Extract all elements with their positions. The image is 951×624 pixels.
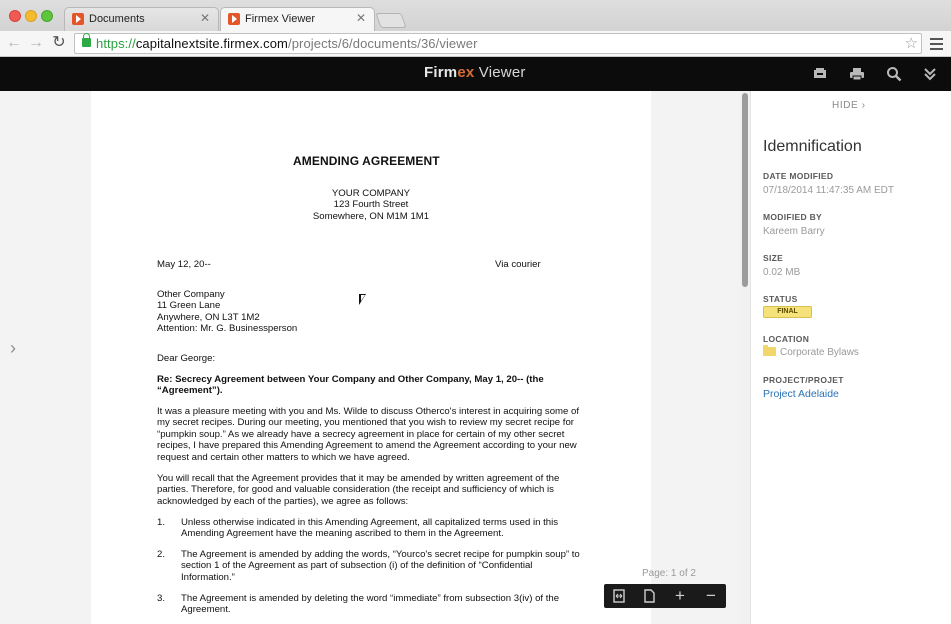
doc-item-text: Unless otherwise indicated in this Amend… [181,517,559,540]
close-icon[interactable]: ✕ [200,11,210,25]
date-modified-label: DATE MODIFIED [763,171,834,181]
search-icon[interactable] [886,66,902,82]
tab-label: Documents [89,13,145,25]
document-info-panel: HIDE › Idemnification DATE MODIFIED 07/1… [750,91,951,624]
fit-page-icon[interactable] [640,587,658,605]
bookmark-star-icon[interactable]: ☆ [905,34,918,52]
doc-salutation: Dear George: [157,353,216,364]
window-zoom-button[interactable] [41,10,53,22]
location-label: LOCATION [763,334,810,344]
doc-item-number: 2. [157,549,166,560]
url-text: https://capitalnextsite.firmex.com/proje… [96,36,478,51]
size-label: SIZE [763,253,784,263]
modified-by-label: MODIFIED BY [763,212,823,222]
doc-re-line: Re: Secrecy Agreement between Your Compa… [157,374,544,397]
project-label: PROJECT/PROJET [763,375,844,385]
firmex-favicon-icon [72,13,84,25]
firmex-viewer-logo: Firmex Viewer [424,64,526,81]
browser-toolbar: ← → ↻ https://capitalnextsite.firmex.com… [0,31,951,57]
tab-documents[interactable]: Documents ✕ [64,7,219,31]
size-value: 0.02 MB [763,267,801,278]
doc-item-text: The Agreement is amended by deleting the… [181,593,560,616]
reload-icon[interactable]: ↻ [50,34,68,52]
doc-recipient-line: Attention: Mr. G. Businessperson [157,323,298,334]
window-close-button[interactable] [9,10,21,22]
url-path: /projects/6/documents/36/viewer [287,36,478,51]
hide-panel-button[interactable]: HIDE › [832,100,866,111]
doc-paragraph: You will recall that the Agreement provi… [157,473,560,507]
doc-company: YOUR COMPANY [331,188,411,199]
download-stack-icon[interactable] [812,66,828,82]
status-badge: FINAL [763,306,812,318]
document-page: AMENDING AGREEMENT YOUR COMPANY 123 Four… [91,91,651,624]
address-bar[interactable]: https://capitalnextsite.firmex.com/proje… [74,33,922,54]
doc-recipient-line: 11 Green Lane [157,300,221,311]
doc-title: AMENDING AGREEMENT [293,154,440,168]
status-label: STATUS [763,294,798,304]
doc-item-number: 1. [157,517,166,528]
url-scheme: https:// [96,36,136,51]
doc-recipient-line: Other Company [157,289,225,300]
doc-street: 123 Fourth Street [333,199,409,210]
scrollbar-thumb[interactable] [742,93,748,287]
firmex-favicon-icon [228,13,240,25]
page-margin-area [651,91,741,624]
double-chevron-down-icon[interactable] [922,66,938,82]
date-modified-value: 07/18/2014 11:47:35 AM EDT [763,185,895,196]
doc-city: Somewhere, ON M1M 1M1 [312,211,430,222]
lock-icon [82,33,91,47]
tab-label: Firmex Viewer [245,13,316,25]
fit-width-icon[interactable] [610,587,628,605]
zoom-toolbar: + − [604,584,726,608]
url-host: capitalnextsite.firmex.com [135,36,288,51]
doc-item-text: The Agreement is amended by adding the w… [181,549,580,583]
close-icon[interactable]: ✕ [356,11,366,25]
doc-item-number: 3. [157,593,166,604]
tab-firmex-viewer[interactable]: Firmex Viewer ✕ [220,7,375,31]
back-arrow-icon[interactable]: ← [5,34,23,52]
doc-delivery: Via courier [495,259,541,270]
zoom-out-icon[interactable]: − [702,587,720,605]
chevron-right-icon: › [861,100,866,111]
viewer-header: Firmex Viewer [0,57,951,91]
doc-recipient-line: Anywhere, ON L3T 1M2 [157,312,260,323]
browser-menu-icon[interactable] [930,38,943,50]
window-minimize-button[interactable] [25,10,37,22]
forward-arrow-icon[interactable]: → [27,34,45,52]
folder-icon [763,345,776,356]
doc-paragraph: It was a pleasure meeting with you and M… [157,406,580,463]
new-tab-button[interactable] [375,13,407,28]
chevron-right-icon[interactable]: › [10,338,16,359]
document-viewport[interactable]: AMENDING AGREEMENT YOUR COMPANY 123 Four… [91,91,741,624]
left-gutter: › [0,91,91,624]
page-indicator: Page: 1 of 2 [642,568,696,579]
location-value[interactable]: Corporate Bylaws [780,347,859,358]
zoom-in-icon[interactable]: + [671,587,689,605]
browser-tab-bar: Documents ✕ Firmex Viewer ✕ [0,0,951,31]
modified-by-value: Kareem Barry [763,226,825,237]
project-link[interactable]: Project Adelaide [763,388,839,400]
document-title: Idemnification [763,138,862,155]
mouse-cursor-icon [359,294,366,305]
print-icon[interactable] [849,66,865,82]
